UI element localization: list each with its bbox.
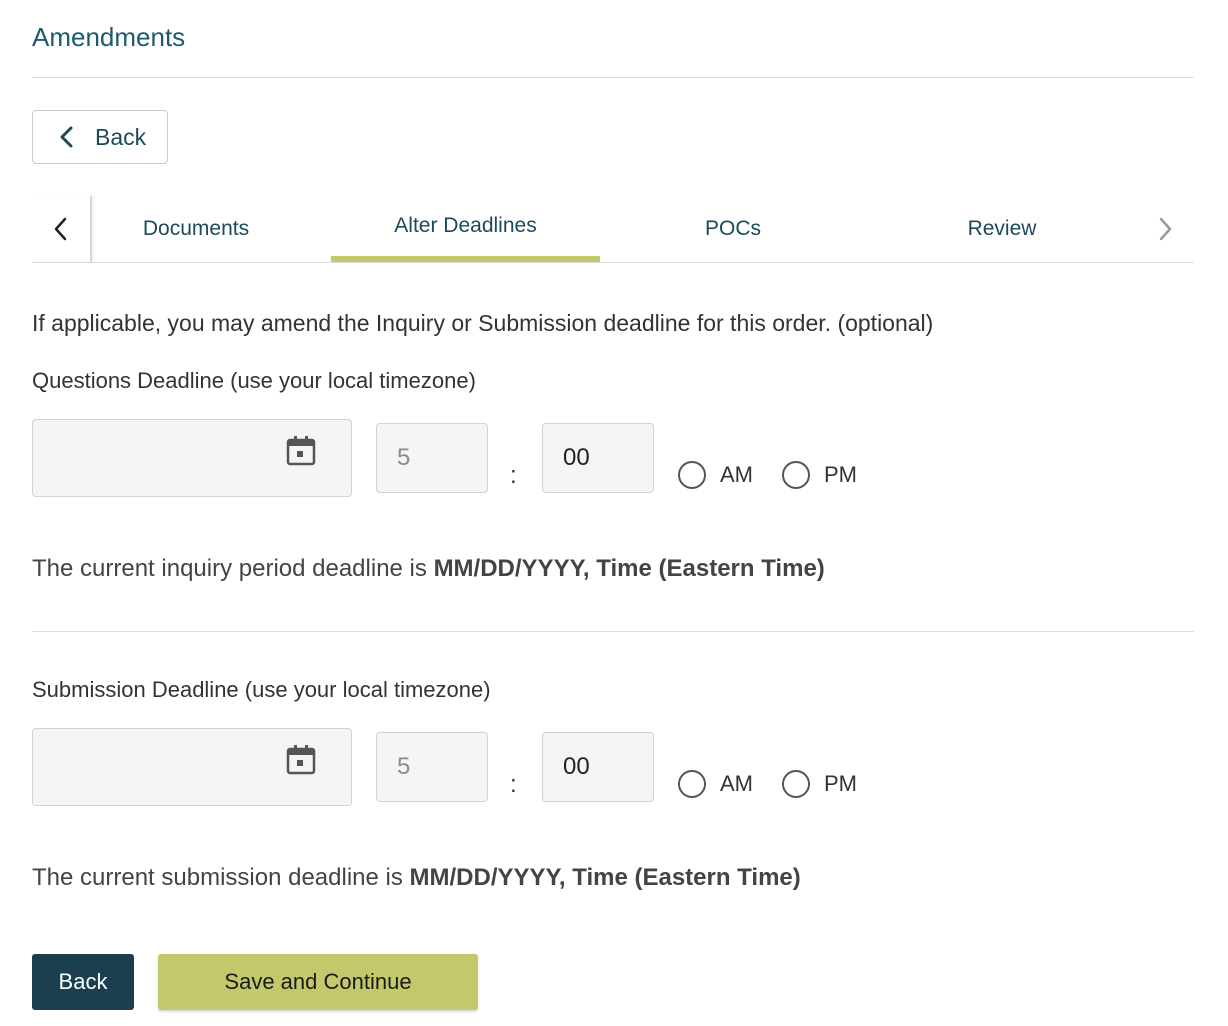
- calendar-icon[interactable]: [285, 434, 317, 466]
- current-inquiry-prefix: The current inquiry period deadline is: [32, 555, 434, 582]
- questions-date-input[interactable]: [32, 419, 352, 497]
- pm-label: PM: [824, 462, 857, 487]
- current-inquiry-deadline: The current inquiry period deadline is M…: [32, 555, 825, 583]
- back-button-label: Back: [95, 123, 147, 150]
- divider: [32, 631, 1194, 632]
- time-separator: :: [510, 771, 517, 798]
- questions-deadline-label: Questions Deadline (use your local timez…: [32, 368, 476, 393]
- questions-am-radio[interactable]: AM: [678, 461, 753, 489]
- am-label: AM: [720, 462, 753, 487]
- radio-circle[interactable]: [782, 461, 810, 489]
- current-submission-deadline: The current submission deadline is MM/DD…: [32, 864, 801, 892]
- tab-documents[interactable]: Documents: [102, 196, 290, 262]
- intro-text: If applicable, you may amend the Inquiry…: [32, 310, 934, 336]
- radio-circle[interactable]: [678, 770, 706, 798]
- tab-bar: Documents Alter Deadlines POCs Review: [32, 196, 1194, 263]
- calendar-icon[interactable]: [285, 743, 317, 775]
- questions-hour-input[interactable]: 5: [376, 423, 488, 493]
- submission-hour-input[interactable]: 5: [376, 732, 488, 802]
- radio-circle[interactable]: [782, 770, 810, 798]
- time-separator: :: [510, 462, 517, 489]
- tab-scroll-left[interactable]: [32, 196, 92, 262]
- chevron-right-icon: [1159, 217, 1172, 241]
- questions-pm-radio[interactable]: PM: [782, 461, 857, 489]
- submission-date-input[interactable]: [32, 728, 352, 806]
- submission-pm-radio[interactable]: PM: [782, 770, 857, 798]
- tab-alter-deadlines[interactable]: Alter Deadlines: [331, 196, 600, 262]
- current-inquiry-value: MM/DD/YYYY, Time (Eastern Time): [433, 555, 825, 582]
- submission-minute-input[interactable]: 00: [542, 732, 654, 802]
- page-title: Amendments: [32, 22, 186, 52]
- tab-scroll-right[interactable]: [1136, 196, 1194, 262]
- save-and-continue-button[interactable]: Save and Continue: [158, 954, 478, 1010]
- pm-label: PM: [824, 771, 857, 796]
- chevron-left-icon: [60, 126, 73, 148]
- tab-pocs[interactable]: POCs: [652, 196, 814, 262]
- chevron-left-icon: [54, 217, 67, 241]
- tab-review[interactable]: Review: [912, 196, 1092, 262]
- radio-circle[interactable]: [678, 461, 706, 489]
- current-submission-prefix: The current submission deadline is: [32, 864, 410, 891]
- questions-minute-input[interactable]: 00: [542, 423, 654, 493]
- am-label: AM: [720, 771, 753, 796]
- footer-back-button[interactable]: Back: [32, 954, 134, 1010]
- divider: [32, 77, 1194, 78]
- submission-am-radio[interactable]: AM: [678, 770, 753, 798]
- current-submission-value: MM/DD/YYYY, Time (Eastern Time): [409, 864, 801, 891]
- submission-deadline-label: Submission Deadline (use your local time…: [32, 677, 491, 702]
- back-button[interactable]: Back: [32, 110, 168, 164]
